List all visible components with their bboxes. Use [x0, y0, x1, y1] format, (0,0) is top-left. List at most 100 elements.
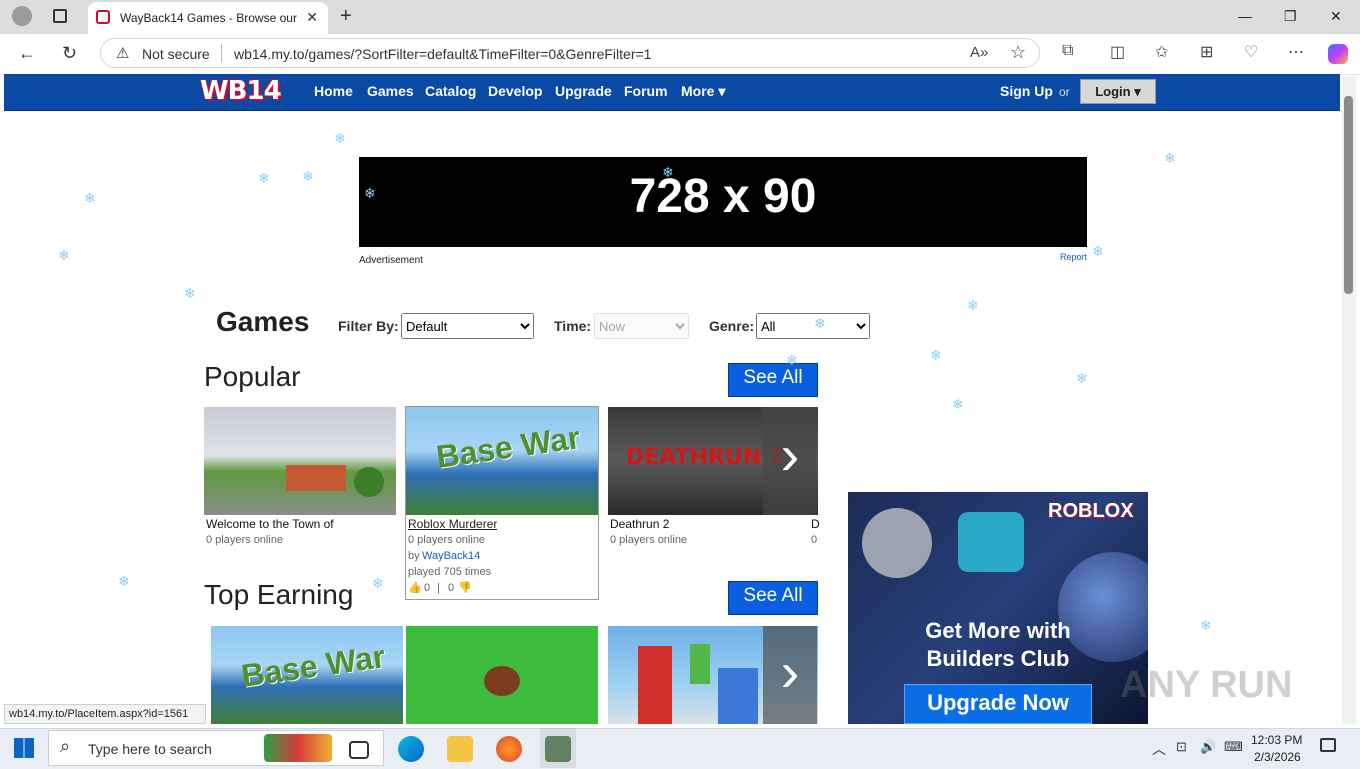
nav-games[interactable]: Games [367, 83, 414, 99]
anyrun-watermark: ANY RUN [1120, 664, 1293, 706]
nav-forum[interactable]: Forum [624, 83, 668, 99]
snowflake-icon: ❄ [184, 285, 196, 301]
snowflake-icon: ❄ [662, 164, 674, 180]
scroll-thumb[interactable] [1344, 96, 1353, 294]
back-icon[interactable]: ← [18, 43, 36, 64]
split-screen-icon[interactable]: ◫ [1110, 42, 1125, 62]
tab-close-icon[interactable]: ✕ [306, 9, 318, 26]
popular-heading: Popular [204, 361, 301, 392]
link-status-bar: wb14.my.to/PlaceItem.aspx?id=1561 [4, 704, 206, 724]
ad-banner[interactable]: 728 x 90 [359, 157, 1087, 247]
url-text[interactable]: wb14.my.to/games/?SortFilter=default&Tim… [234, 46, 651, 62]
carousel-next-arrow-popular[interactable]: › [763, 407, 817, 515]
start-windows-icon[interactable] [14, 738, 34, 758]
nav-develop[interactable]: Develop [488, 83, 542, 99]
url-divider [221, 44, 222, 62]
nav-home[interactable]: Home [314, 83, 353, 99]
tray-chevron-icon[interactable]: ︿ [1152, 739, 1166, 759]
new-tab-button[interactable]: + [340, 5, 352, 28]
warning-icon[interactable]: ⚠ [116, 44, 129, 62]
close-window-button[interactable]: ✕ [1330, 8, 1342, 25]
roblox-brand-logo: ROBLOX [1048, 500, 1134, 522]
favorite-star-icon[interactable]: ☆ [1010, 42, 1026, 63]
dislikes-count: 0 [448, 582, 455, 594]
thumbs-up-icon[interactable]: 👍 [408, 581, 422, 594]
red-tower-shape [638, 646, 672, 724]
genre-label: Genre: [709, 318, 755, 334]
builders-club-ad[interactable]: ROBLOX Get More with Builders Club Upgra… [848, 492, 1148, 724]
filter-label: Filter By: [338, 318, 399, 334]
filter-select[interactable]: Default [401, 313, 534, 339]
browser-tab[interactable]: WayBack14 Games - Browse our s ✕ [88, 2, 328, 34]
minimize-button[interactable]: — [1238, 8, 1252, 24]
nav-catalog[interactable]: Catalog [425, 83, 476, 99]
games-title: Games [216, 306, 310, 337]
game-thumb-welcome-town[interactable] [204, 407, 396, 515]
file-explorer-icon[interactable] [447, 736, 473, 762]
tray-language-icon[interactable]: ⌨ [1224, 739, 1243, 755]
time-select[interactable]: Now [594, 313, 689, 339]
copilot-icon[interactable] [1328, 44, 1348, 64]
clock-time[interactable]: 12:03 PM [1251, 733, 1302, 747]
ad-headline-2: Builders Club [926, 646, 1070, 671]
search-placeholder[interactable]: Type here to search [88, 741, 212, 757]
popular-see-all-button[interactable]: See All [728, 363, 818, 397]
search-highlight-gift-icon [264, 734, 332, 762]
game-creator-link[interactable]: WayBack14 [422, 550, 480, 562]
robot-gun-shape [862, 508, 932, 578]
signup-link[interactable]: Sign Up [1000, 83, 1053, 99]
snowflake-icon: ❄ [1200, 617, 1212, 633]
read-aloud-icon[interactable]: A» [970, 44, 988, 61]
snowflake-icon: ❄ [84, 190, 96, 206]
game-thumb-roblox-murderer[interactable]: Base War [406, 407, 598, 515]
tray-network-icon[interactable]: ⊡ [1176, 739, 1187, 755]
earning-thumb-baseplate[interactable] [406, 626, 598, 724]
collections-icon[interactable]: ⊞ [1200, 42, 1213, 62]
edge-taskbar-icon[interactable] [398, 736, 424, 762]
snowflake-icon: ❄ [930, 347, 942, 363]
or-text: or [1059, 85, 1070, 99]
search-icon: ⌕ [60, 736, 71, 756]
thumbs-down-icon[interactable]: 👎 [458, 581, 472, 594]
town-house-shape [286, 465, 346, 491]
snowflake-icon: ❄ [302, 168, 314, 184]
game-name-roblox-murderer[interactable]: Roblox Murderer [408, 517, 497, 531]
carousel-next-arrow-earning[interactable]: › [763, 626, 817, 724]
site-logo[interactable]: WB14 [200, 76, 282, 106]
earning-base-war-text: Base War [239, 638, 388, 694]
vote-divider: | [437, 582, 440, 594]
clock-date[interactable]: 2/3/2026 [1254, 750, 1301, 764]
earning-thumb-base-war[interactable]: Base War [211, 626, 403, 724]
game-played-count: played 705 times [408, 566, 492, 578]
settings-more-icon[interactable]: ⋯ [1288, 42, 1304, 62]
snowflake-icon: ❄ [786, 352, 798, 368]
upgrade-now-button[interactable]: Upgrade Now [904, 684, 1092, 724]
tab-favicon-icon [96, 10, 110, 24]
tab-actions-icon[interactable] [53, 9, 67, 23]
snowflake-icon: ❄ [58, 247, 70, 263]
profile-icon[interactable] [12, 6, 32, 26]
game-name-deathrun-2[interactable]: Deathrun 2 [610, 517, 669, 531]
game-name-partial[interactable]: D [811, 517, 820, 531]
game-by-label: by [408, 550, 420, 562]
report-link[interactable]: Report [1060, 252, 1087, 262]
nav-more[interactable]: More ▾ [681, 83, 725, 100]
snowflake-icon: ❄ [1076, 370, 1088, 386]
genre-select[interactable]: All [756, 313, 870, 339]
restore-button[interactable]: ❐ [1284, 8, 1297, 25]
game-name-welcome-town[interactable]: Welcome to the Town of [206, 517, 396, 531]
tray-volume-icon[interactable]: 🔊 [1200, 739, 1216, 755]
browser-essentials-icon[interactable]: ♡ [1244, 42, 1258, 62]
firefox-icon[interactable] [496, 736, 522, 762]
snowflake-icon: ❄ [814, 315, 826, 331]
task-view-icon[interactable] [349, 741, 369, 759]
refresh-icon[interactable]: ↻ [62, 43, 77, 64]
notification-icon[interactable] [1320, 738, 1336, 752]
nav-upgrade[interactable]: Upgrade [555, 83, 612, 99]
extensions-icon[interactable]: ⧉ [1062, 42, 1073, 60]
security-label[interactable]: Not secure [142, 46, 210, 62]
login-button[interactable]: Login ▾ [1080, 79, 1156, 104]
favorites-icon[interactable]: ✩ [1155, 42, 1168, 62]
top-earning-see-all-button[interactable]: See All [728, 581, 818, 615]
snowflake-icon: ❄ [334, 130, 346, 146]
